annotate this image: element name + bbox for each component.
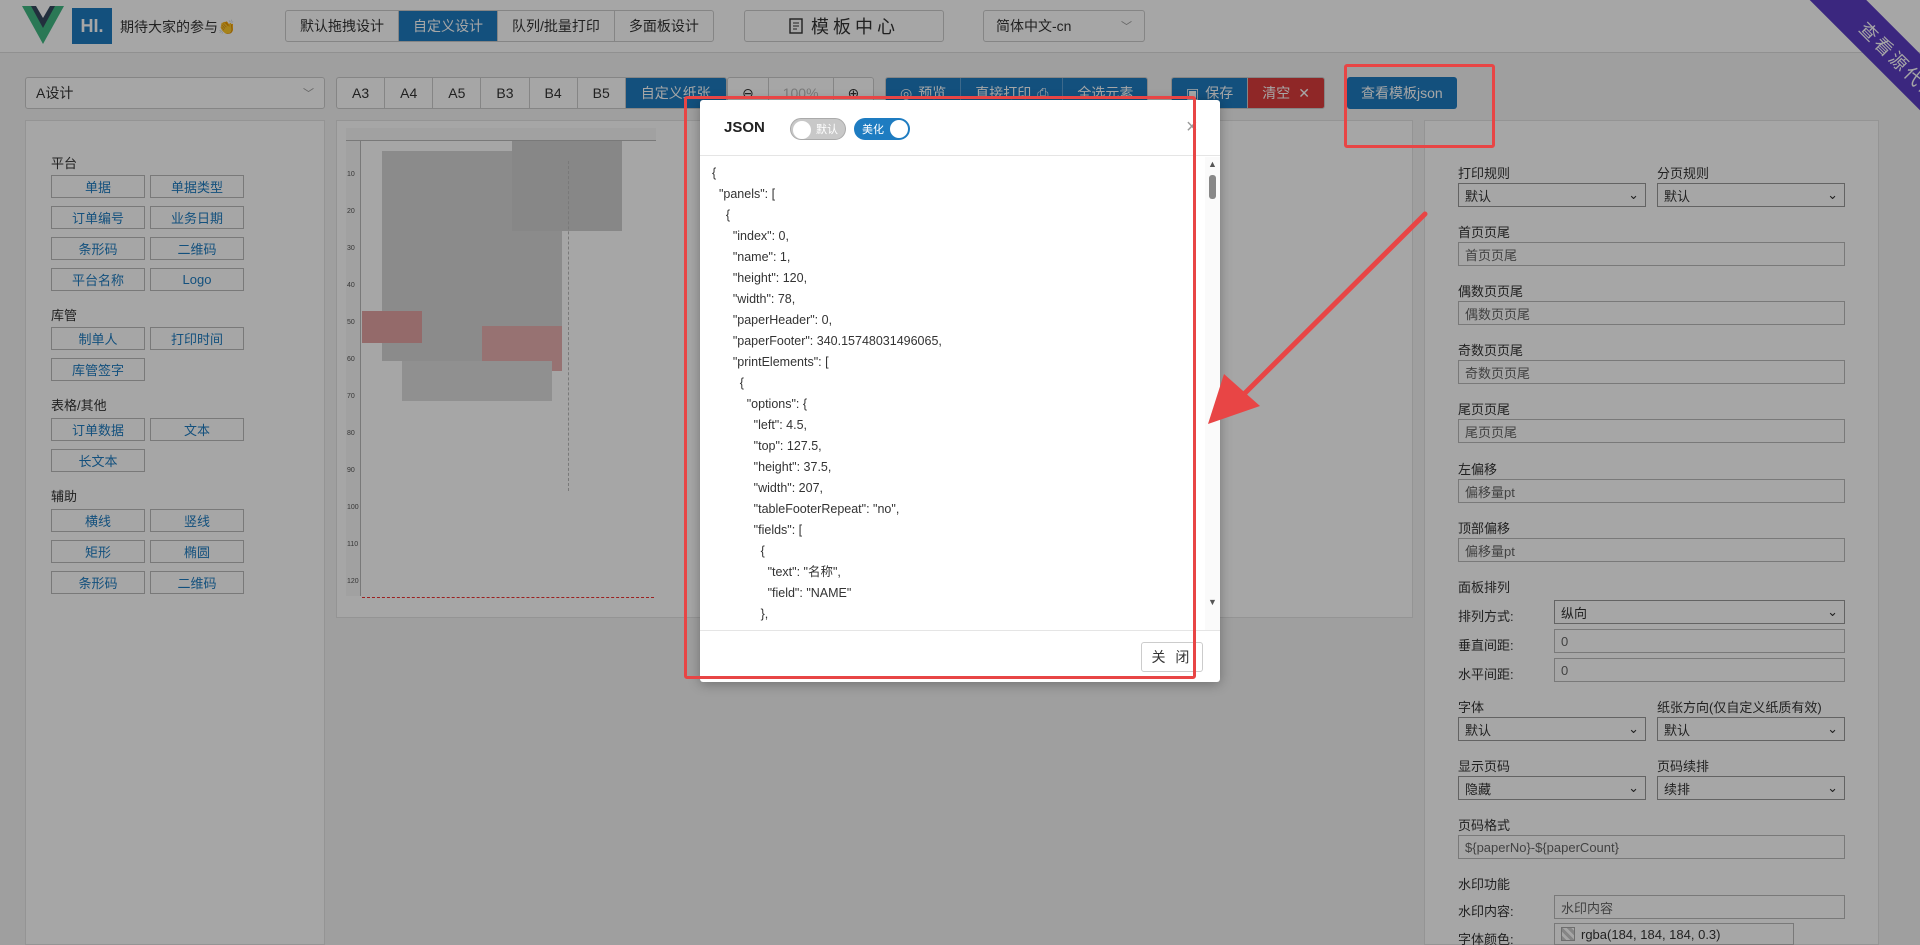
- scroll-up-icon[interactable]: ▲: [1208, 159, 1217, 169]
- scroll-thumb[interactable]: [1209, 175, 1216, 199]
- annotation-box-modal: [684, 96, 1196, 679]
- annotation-arrow-icon: [1208, 211, 1428, 424]
- annotation-box-json-button: [1344, 64, 1495, 148]
- scroll-down-icon[interactable]: ▼: [1208, 597, 1217, 607]
